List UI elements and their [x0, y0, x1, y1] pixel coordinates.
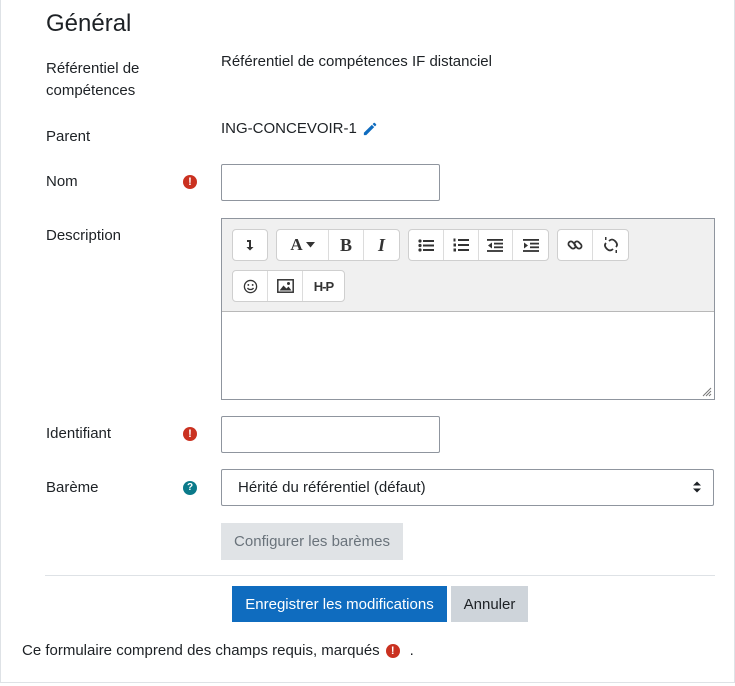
required-fields-note: Ce formulaire comprend des champs requis…: [22, 642, 414, 659]
toolbar-group-lists: [408, 229, 549, 261]
parent-label: Parent: [46, 128, 91, 145]
toolbar-group-links: [557, 229, 629, 261]
description-label: Description: [46, 227, 122, 244]
idnumber-label: Identifiant: [46, 425, 112, 442]
numbered-list-icon: [453, 238, 469, 252]
unordered-list-button[interactable]: [409, 230, 444, 260]
link-icon: [567, 240, 583, 250]
collapse-icon: [246, 240, 254, 251]
editor-toolbar: A B I H-P: [222, 219, 714, 312]
description-editable-area[interactable]: [222, 312, 714, 399]
configure-scales-button[interactable]: Configurer les barèmes: [221, 523, 403, 560]
framework-value: Référentiel de compétences IF distanciel: [221, 53, 492, 70]
save-button[interactable]: Enregistrer les modifications: [232, 586, 447, 622]
smiley-icon: [243, 279, 257, 293]
help-icon[interactable]: ?: [183, 481, 197, 495]
h5p-button[interactable]: H-P: [303, 271, 344, 301]
link-button[interactable]: [558, 230, 593, 260]
indent-button[interactable]: [513, 230, 548, 260]
toolbar-group-media: H-P: [232, 270, 345, 302]
font-style-button[interactable]: A: [277, 230, 329, 260]
description-editor: A B I H-P: [221, 218, 715, 400]
unlink-icon: [603, 237, 618, 253]
pencil-icon[interactable]: [362, 122, 377, 137]
name-input[interactable]: [221, 164, 440, 201]
emoji-button[interactable]: [233, 271, 268, 301]
section-title: Général: [46, 10, 132, 37]
h5p-icon: H-P: [313, 278, 334, 294]
ordered-list-button[interactable]: [444, 230, 479, 260]
required-icon: !: [183, 427, 197, 441]
italic-button[interactable]: I: [364, 230, 399, 260]
collapse-toolbar-button[interactable]: [233, 230, 267, 260]
image-icon: [276, 279, 294, 293]
unlink-button[interactable]: [593, 230, 628, 260]
parent-value: ING-CONCEVOIR-1: [221, 120, 357, 137]
resize-grip-icon[interactable]: [702, 387, 712, 397]
name-label: Nom: [46, 173, 78, 190]
parent-value-row: ING-CONCEVOIR-1: [221, 118, 377, 140]
scale-label: Barème: [46, 479, 99, 496]
divider: [45, 575, 715, 576]
required-icon: !: [183, 175, 197, 189]
scale-selected-value: Hérité du référentiel (défaut): [238, 479, 426, 496]
framework-label: Référentiel de compétences: [46, 60, 140, 99]
bold-button[interactable]: B: [329, 230, 364, 260]
toolbar-group-style: A B I: [276, 229, 400, 261]
outdent-icon: [487, 238, 504, 252]
image-button[interactable]: [268, 271, 303, 301]
indent-icon: [522, 238, 539, 252]
scale-select[interactable]: Hérité du référentiel (défaut): [221, 469, 714, 506]
toolbar-group-collapse: [232, 229, 268, 261]
required-icon: !: [385, 644, 400, 658]
outdent-button[interactable]: [479, 230, 514, 260]
select-caret-icon: [693, 481, 701, 493]
idnumber-input[interactable]: [221, 416, 440, 453]
caret-down-icon: [305, 242, 315, 248]
bullet-list-icon: [418, 238, 434, 252]
cancel-button[interactable]: Annuler: [451, 586, 528, 622]
